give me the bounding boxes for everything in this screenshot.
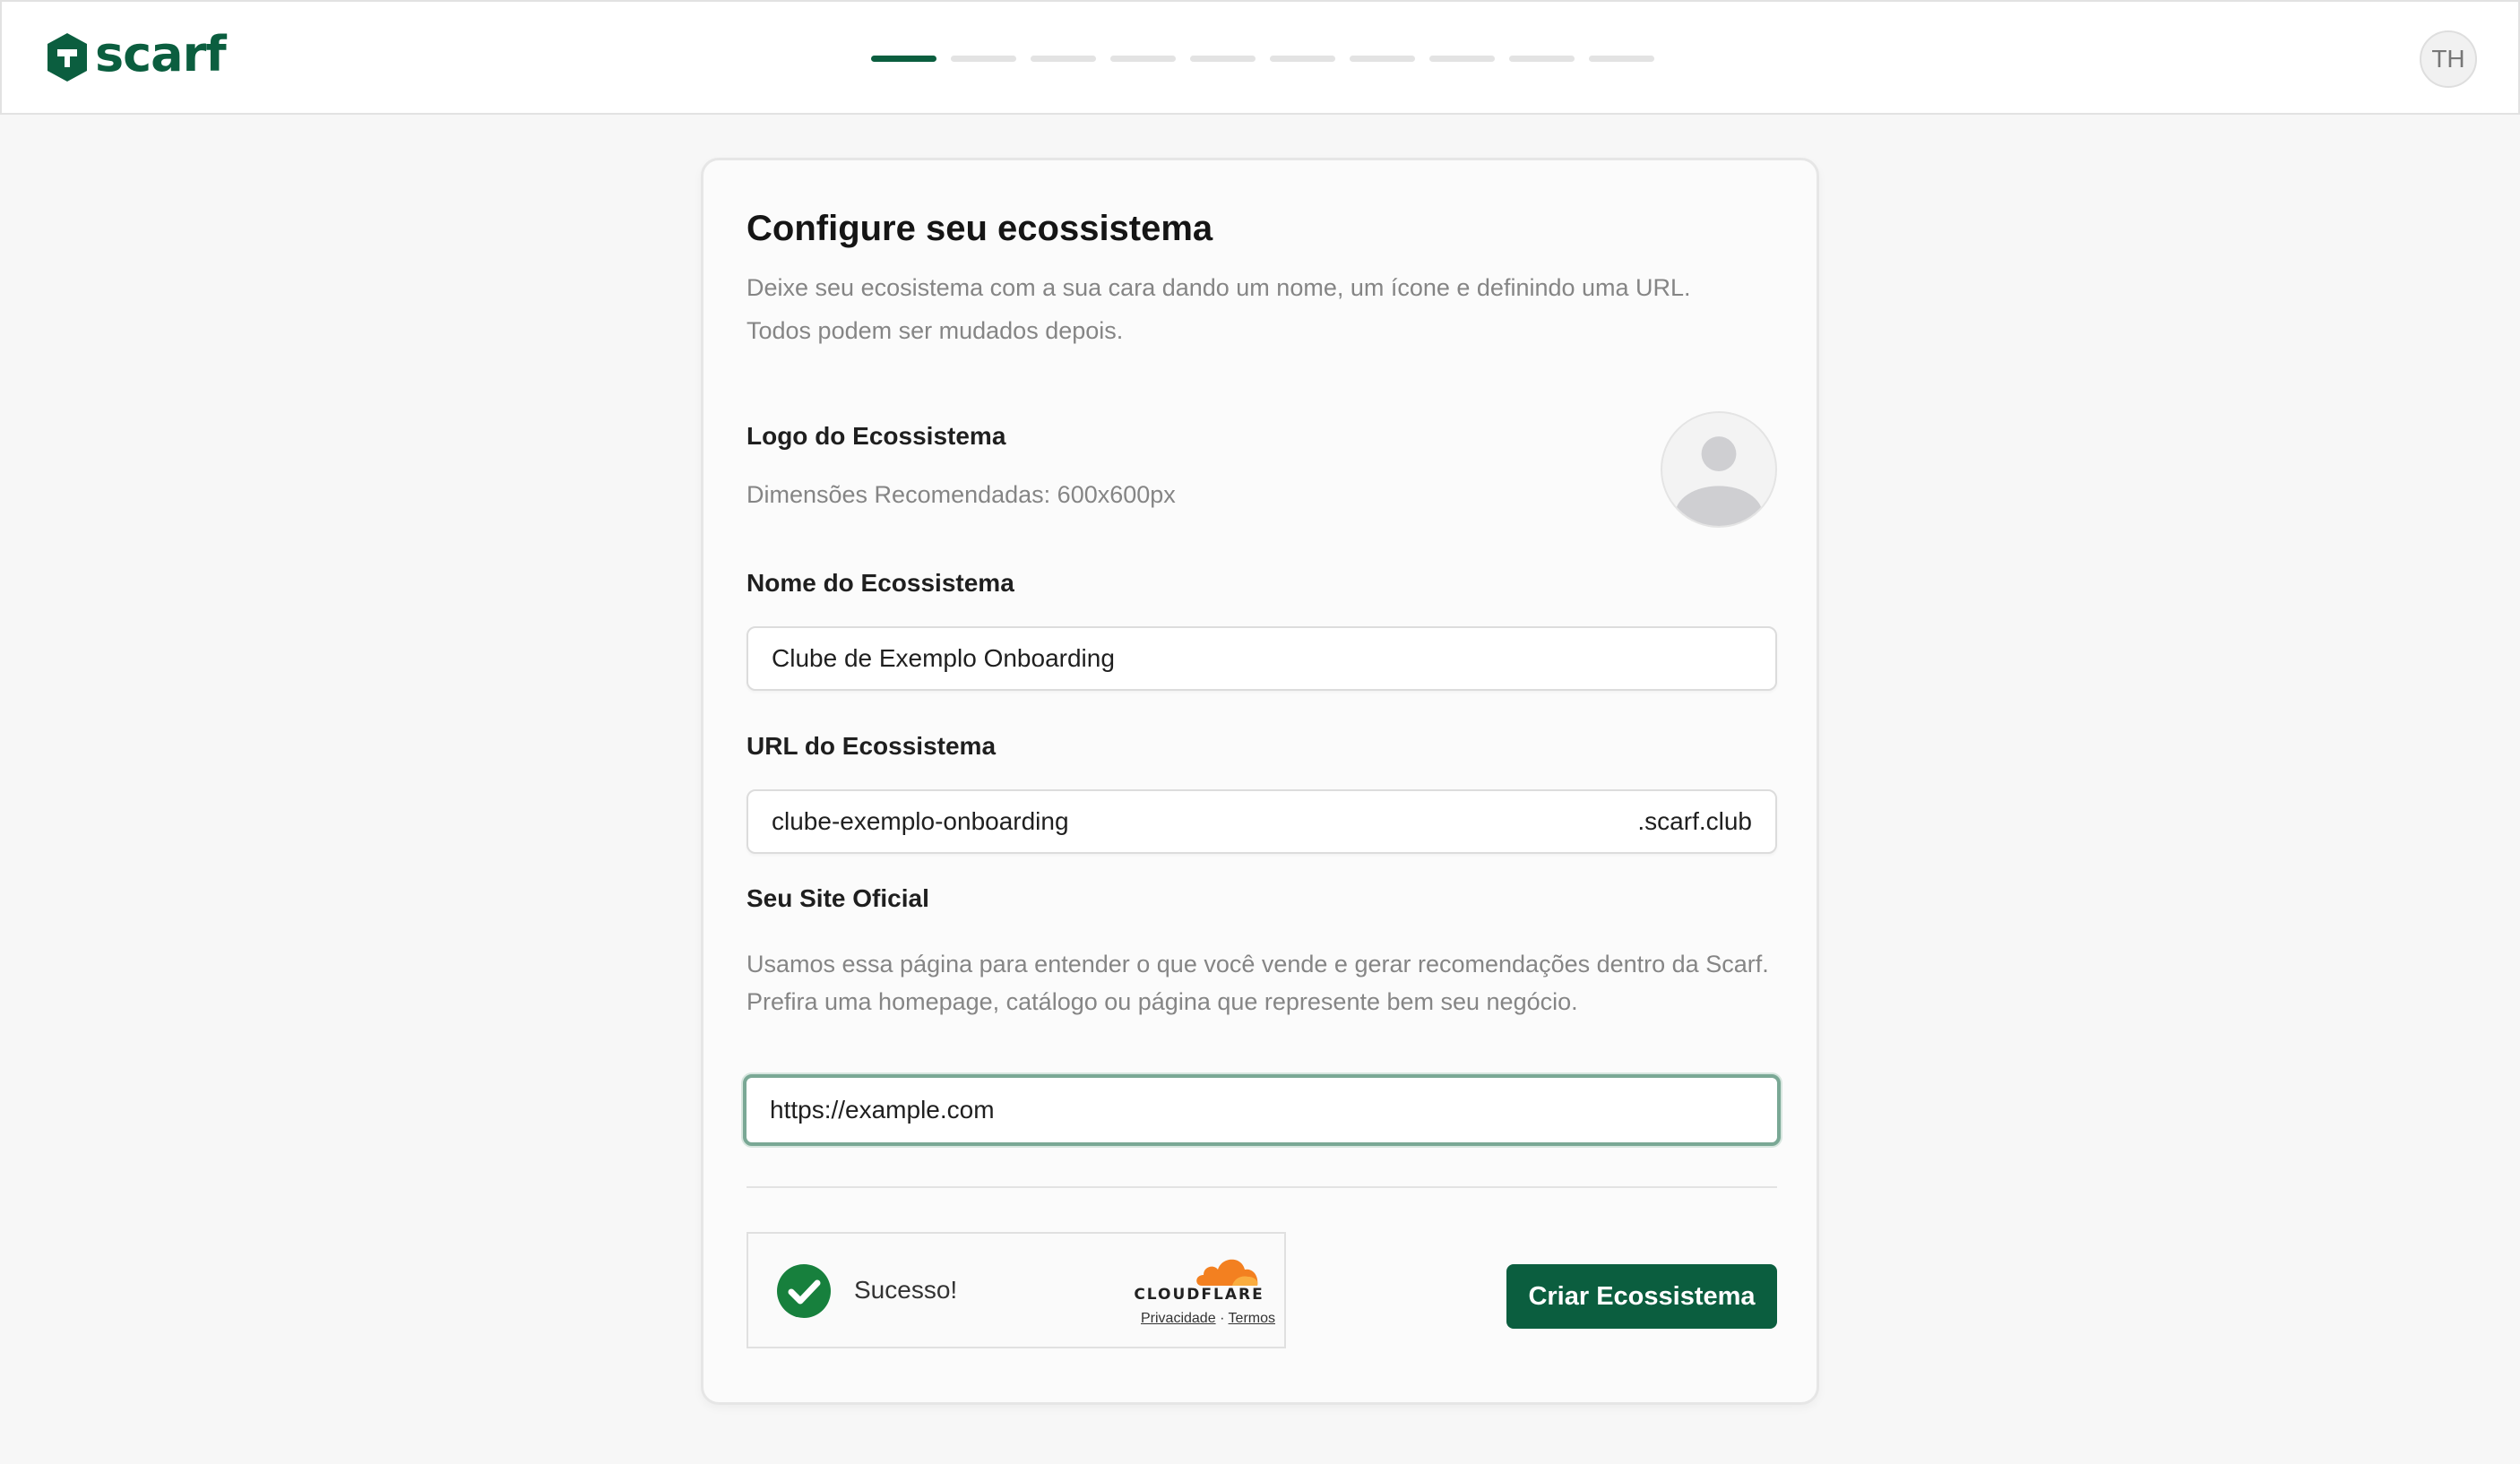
ecosystem-url-value: clube-exemplo-onboarding [772, 807, 1069, 835]
cloudflare-cloud-icon [1196, 1259, 1258, 1286]
form-divider [747, 1186, 1777, 1188]
logo-upload-avatar[interactable] [1661, 411, 1777, 528]
scarf-logo-text: scarf [95, 26, 227, 82]
official-site-label: Seu Site Oficial [747, 884, 929, 912]
official-site-value: https://example.com [770, 1096, 995, 1124]
ecosystem-setup-card: Configure seu ecossistema Deixe seu ecos… [701, 158, 1819, 1405]
cloudflare-turnstile-widget[interactable]: Sucesso! CLOUDFLARE Privacidade · Termos [747, 1232, 1286, 1348]
ecosystem-url-input[interactable]: clube-exemplo-onboarding .scarf.club [747, 789, 1777, 854]
subtitle-line-2: Todos podem ser mudados depois. [747, 317, 1124, 344]
ecosystem-name-input[interactable]: Clube de Exemplo Onboarding [747, 626, 1777, 691]
subtitle-line-1: Deixe seu ecosistema com a sua cara dand… [747, 274, 1691, 301]
captcha-status: Sucesso! [854, 1276, 958, 1304]
onboarding-progress-steps [871, 56, 1654, 62]
user-placeholder-icon [1675, 436, 1763, 526]
progress-step-2 [951, 56, 1016, 62]
logo-hint: Dimensões Recomendadas: 600x600px [747, 481, 1176, 508]
success-check-icon [777, 1264, 831, 1318]
scarf-logo[interactable]: scarf [45, 26, 227, 84]
page-subtitle: Deixe seu ecosistema com a sua cara dand… [747, 266, 1768, 352]
official-site-input[interactable]: https://example.com [743, 1074, 1781, 1146]
top-bar: scarf TH [0, 0, 2520, 115]
progress-step-9 [1509, 56, 1575, 62]
official-site-hint-line-1: Usamos essa página para entender o que v… [747, 951, 1769, 977]
official-site-hint-line-2: Prefira uma homepage, catálogo ou página… [747, 988, 1578, 1015]
ecosystem-url-suffix: .scarf.club [1637, 807, 1752, 835]
progress-step-8 [1429, 56, 1495, 62]
user-avatar[interactable]: TH [2420, 30, 2477, 88]
progress-step-5 [1190, 56, 1256, 62]
page-title: Configure seu ecossistema [747, 209, 1213, 248]
create-ecosystem-button[interactable]: Criar Ecossistema [1506, 1264, 1777, 1329]
progress-step-7 [1350, 56, 1415, 62]
official-site-hint: Usamos essa página para entender o que v… [747, 945, 1777, 1020]
cloudflare-privacy-link[interactable]: Privacidade [1141, 1311, 1216, 1326]
cloudflare-links: Privacidade · Termos [1100, 1311, 1275, 1327]
progress-step-6 [1270, 56, 1335, 62]
cloudflare-terms-link[interactable]: Termos [1229, 1311, 1275, 1326]
cloudflare-brand-text: CLOUDFLARE [1134, 1286, 1264, 1304]
logo-label: Logo do Ecossistema [747, 422, 1006, 450]
ecosystem-url-label: URL do Ecossistema [747, 732, 997, 760]
progress-step-3 [1031, 56, 1096, 62]
progress-step-1 [871, 56, 936, 62]
progress-step-10 [1589, 56, 1654, 62]
scarf-logo-icon [47, 33, 87, 82]
ecosystem-name-label: Nome do Ecossistema [747, 569, 1014, 597]
cloudflare-link-separator: · [1220, 1311, 1225, 1326]
progress-step-4 [1110, 56, 1176, 62]
ecosystem-name-value: Clube de Exemplo Onboarding [772, 644, 1115, 672]
